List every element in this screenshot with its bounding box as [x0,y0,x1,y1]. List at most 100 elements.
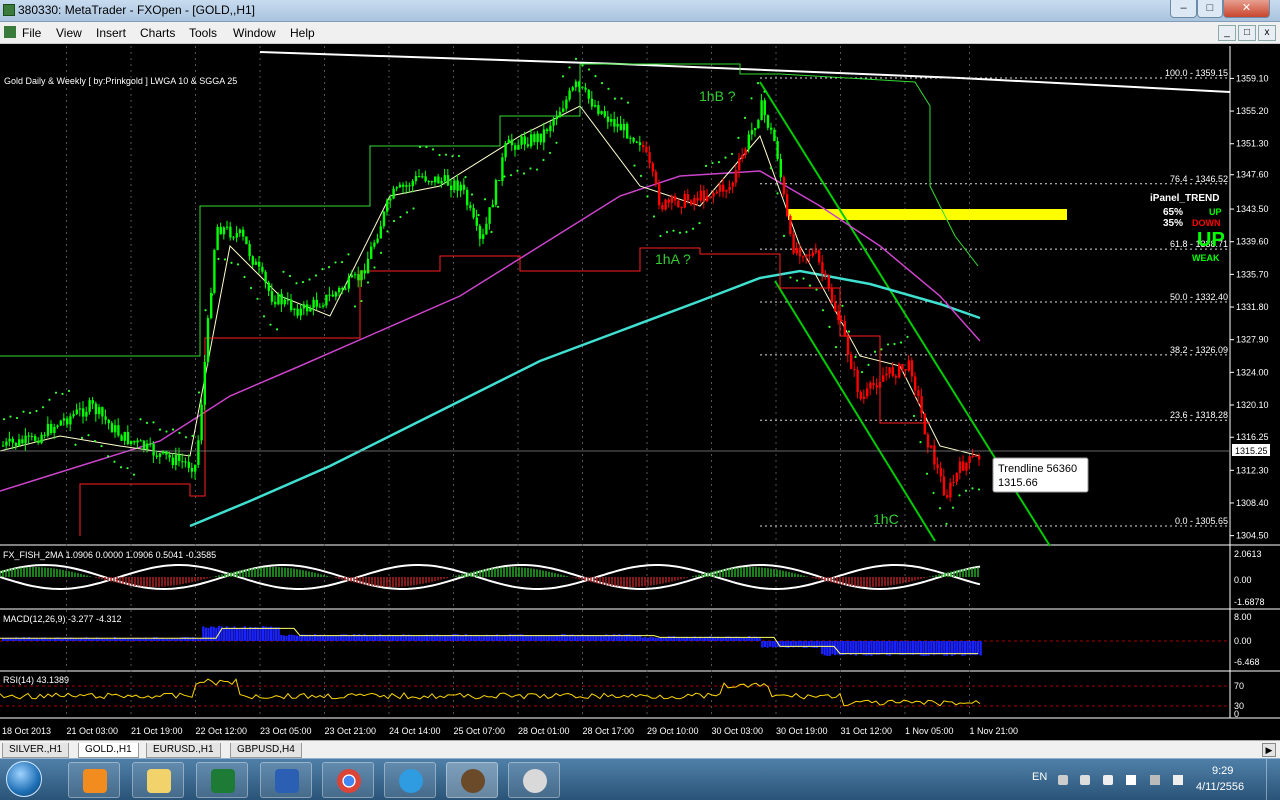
candle-body [334,292,338,297]
tray-icon-1[interactable] [1058,775,1068,785]
candle-body [686,194,690,201]
macd-bar [678,637,681,641]
sar-dot [880,348,883,351]
candle-body [2,445,5,447]
candle-body [456,180,459,191]
show-desktop-button[interactable] [1266,759,1280,800]
menu-charts[interactable]: Charts [140,26,175,40]
macd-bar [228,627,231,641]
volume-icon[interactable] [1173,775,1183,785]
macd-bar [38,638,41,641]
candle-body [843,320,846,337]
candle-body [619,123,622,131]
macd-bar [958,641,961,655]
candle-body [606,116,610,122]
candle-body [504,143,507,158]
sar-dot [171,428,175,431]
chart-header: Gold Daily & Weekly [ by:Prinkgold ] LWG… [4,76,237,86]
candle-body [920,396,923,414]
sar-dot [223,258,227,261]
taskbar-explorer[interactable] [132,762,184,798]
candle-body [478,225,482,239]
menu-insert[interactable]: Insert [96,26,126,40]
ipanel-down-pct: 35% [1163,218,1183,229]
price-tick-label: 1312.30 [1236,465,1269,475]
candle-body [821,262,824,274]
macd-bar [633,635,636,641]
candle-body [363,270,366,274]
taskbar-ie[interactable] [384,762,436,798]
macd-bar [823,641,826,656]
candle-body [85,411,88,417]
macd-bar [519,634,522,641]
mdi-minimize-button[interactable]: _ [1218,25,1236,41]
candle-body [974,455,978,457]
maximize-button[interactable]: □ [1197,0,1223,18]
taskbar-chrome[interactable] [322,762,374,798]
macd-bar [826,641,829,656]
time-tick-label: 31 Oct 12:00 [841,726,893,736]
resistance-zone[interactable] [788,209,1067,220]
price-chart[interactable]: 100.0 - 1359.1576.4 - 1346.5261.8 - 1338… [0,46,1280,740]
close-icon[interactable]: ✕ [1223,0,1270,18]
macd-bar [532,635,535,641]
sar-dot [607,87,610,90]
sar-dot [126,467,129,470]
macd-bar [277,627,280,641]
candle-body [565,99,568,109]
tab-gold[interactable]: GOLD.,H1 [78,743,139,758]
mdi-restore-button[interactable]: □ [1238,25,1256,41]
price-tick-label: 1351.30 [1236,139,1269,149]
macd-bar [594,635,597,641]
menu-window[interactable]: Window [233,26,276,40]
minimize-button[interactable]: – [1170,0,1197,18]
taskbar-metatrader[interactable] [446,762,498,798]
candle-body [978,455,981,460]
menu-help[interactable]: Help [290,26,315,40]
macd-bar [795,641,798,647]
sar-dot [912,414,916,418]
taskbar-media-player[interactable] [68,762,120,798]
tab-eurusd[interactable]: EURUSD.,H1 [146,743,221,758]
tray-icon-2[interactable] [1080,775,1090,785]
macd-bar [158,638,161,641]
menu-file[interactable]: File [22,26,41,40]
sar-dot [776,192,779,195]
clock-time[interactable]: 9:29 [1212,765,1233,777]
macd-bar [256,627,259,641]
tab-silver[interactable]: SILVER.,H1 [2,743,70,758]
menu-tools[interactable]: Tools [189,26,217,40]
candle-body [763,100,766,116]
scroll-right-button[interactable]: ▶ [1262,743,1276,757]
candle-body [664,199,667,210]
sar-dot [327,266,331,269]
sar-dot [87,434,90,437]
candle-body [683,194,686,208]
fisher-axis-top: 2.0613 [1234,549,1262,559]
candle-body [8,438,11,442]
price-tick-label: 1320.10 [1236,400,1269,410]
price-tick-label: 1335.70 [1236,269,1269,279]
sar-dot [730,152,734,156]
candle-body [706,196,709,202]
macd-bar [433,635,436,641]
taskbar-word[interactable] [260,762,312,798]
candle-body [395,187,398,189]
taskbar-excel[interactable] [196,762,248,798]
macd-bar [295,635,298,641]
clock-date[interactable]: 4/11/2556 [1196,781,1244,793]
candle-body [635,141,638,143]
start-button[interactable] [6,761,42,797]
macd-bar [574,635,577,641]
action-center-flag-icon[interactable] [1126,775,1136,785]
sar-dot [815,288,818,291]
menu-view[interactable]: View [56,26,82,40]
tab-gbpusd[interactable]: GBPUSD,H4 [230,743,302,758]
network-icon[interactable] [1150,775,1160,785]
tray-icon-3[interactable] [1103,775,1113,785]
macd-bar [212,626,215,641]
mdi-close-button[interactable]: x [1258,25,1276,41]
language-indicator[interactable]: EN [1032,771,1047,783]
sar-dot [743,116,747,120]
taskbar-paint[interactable] [508,762,560,798]
